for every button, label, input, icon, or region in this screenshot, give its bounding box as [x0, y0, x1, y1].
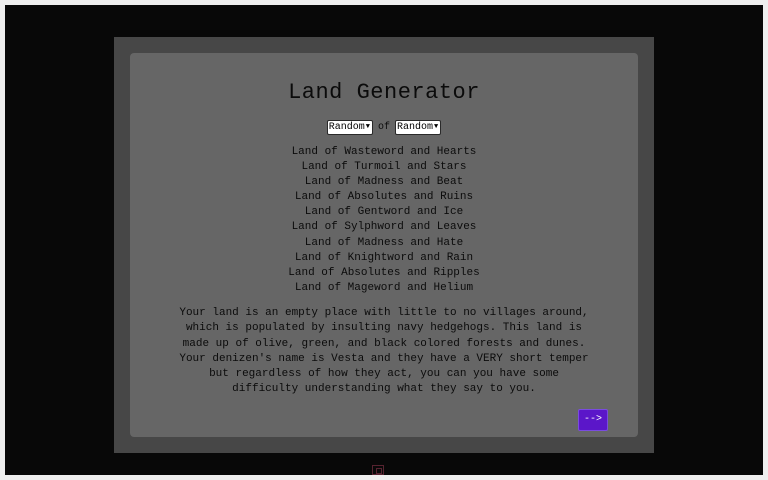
- list-item: Land of Absolutes and Ruins: [294, 191, 474, 204]
- chevron-down-icon: ▼: [434, 123, 439, 131]
- list-item: Land of Gentword and Ice: [304, 206, 464, 219]
- app-screen: Land Generator Random▼ of Random▼ Land of …: [5, 5, 763, 475]
- list-item: Land of Turmoil and Stars: [301, 161, 467, 174]
- generator-panel: Land Generator Random▼ of Random▼ Land of …: [130, 53, 638, 437]
- land-selectors: Random▼ of Random▼: [130, 120, 638, 135]
- land-list: Land of Wasteword and Hearts Land of Tur…: [130, 145, 638, 296]
- next-button[interactable]: -->: [578, 409, 608, 431]
- resize-icon[interactable]: [372, 465, 384, 475]
- chevron-down-icon: ▼: [365, 123, 370, 131]
- list-item: Land of Knightword and Rain: [294, 251, 474, 264]
- list-item: Land of Absolutes and Ripples: [288, 266, 480, 279]
- connector-label: of: [377, 121, 390, 133]
- second-word-select[interactable]: Random▼: [395, 120, 442, 135]
- list-item: Land of Madness and Beat: [304, 176, 464, 189]
- outer-frame: Land Generator Random▼ of Random▼ Land of …: [114, 37, 654, 453]
- land-description: Your land is an empty place with little …: [179, 307, 589, 396]
- first-word-select-value: Random: [328, 122, 365, 133]
- first-word-select[interactable]: Random▼: [326, 120, 373, 135]
- second-word-select-value: Random: [397, 122, 434, 133]
- list-item: Land of Sylphword and Leaves: [291, 221, 477, 234]
- list-item: Land of Wasteword and Hearts: [291, 146, 477, 158]
- list-item: Land of Madness and Hate: [304, 236, 464, 249]
- list-item: Land of Mageword and Helium: [294, 281, 474, 294]
- page-title: Land Generator: [288, 80, 480, 105]
